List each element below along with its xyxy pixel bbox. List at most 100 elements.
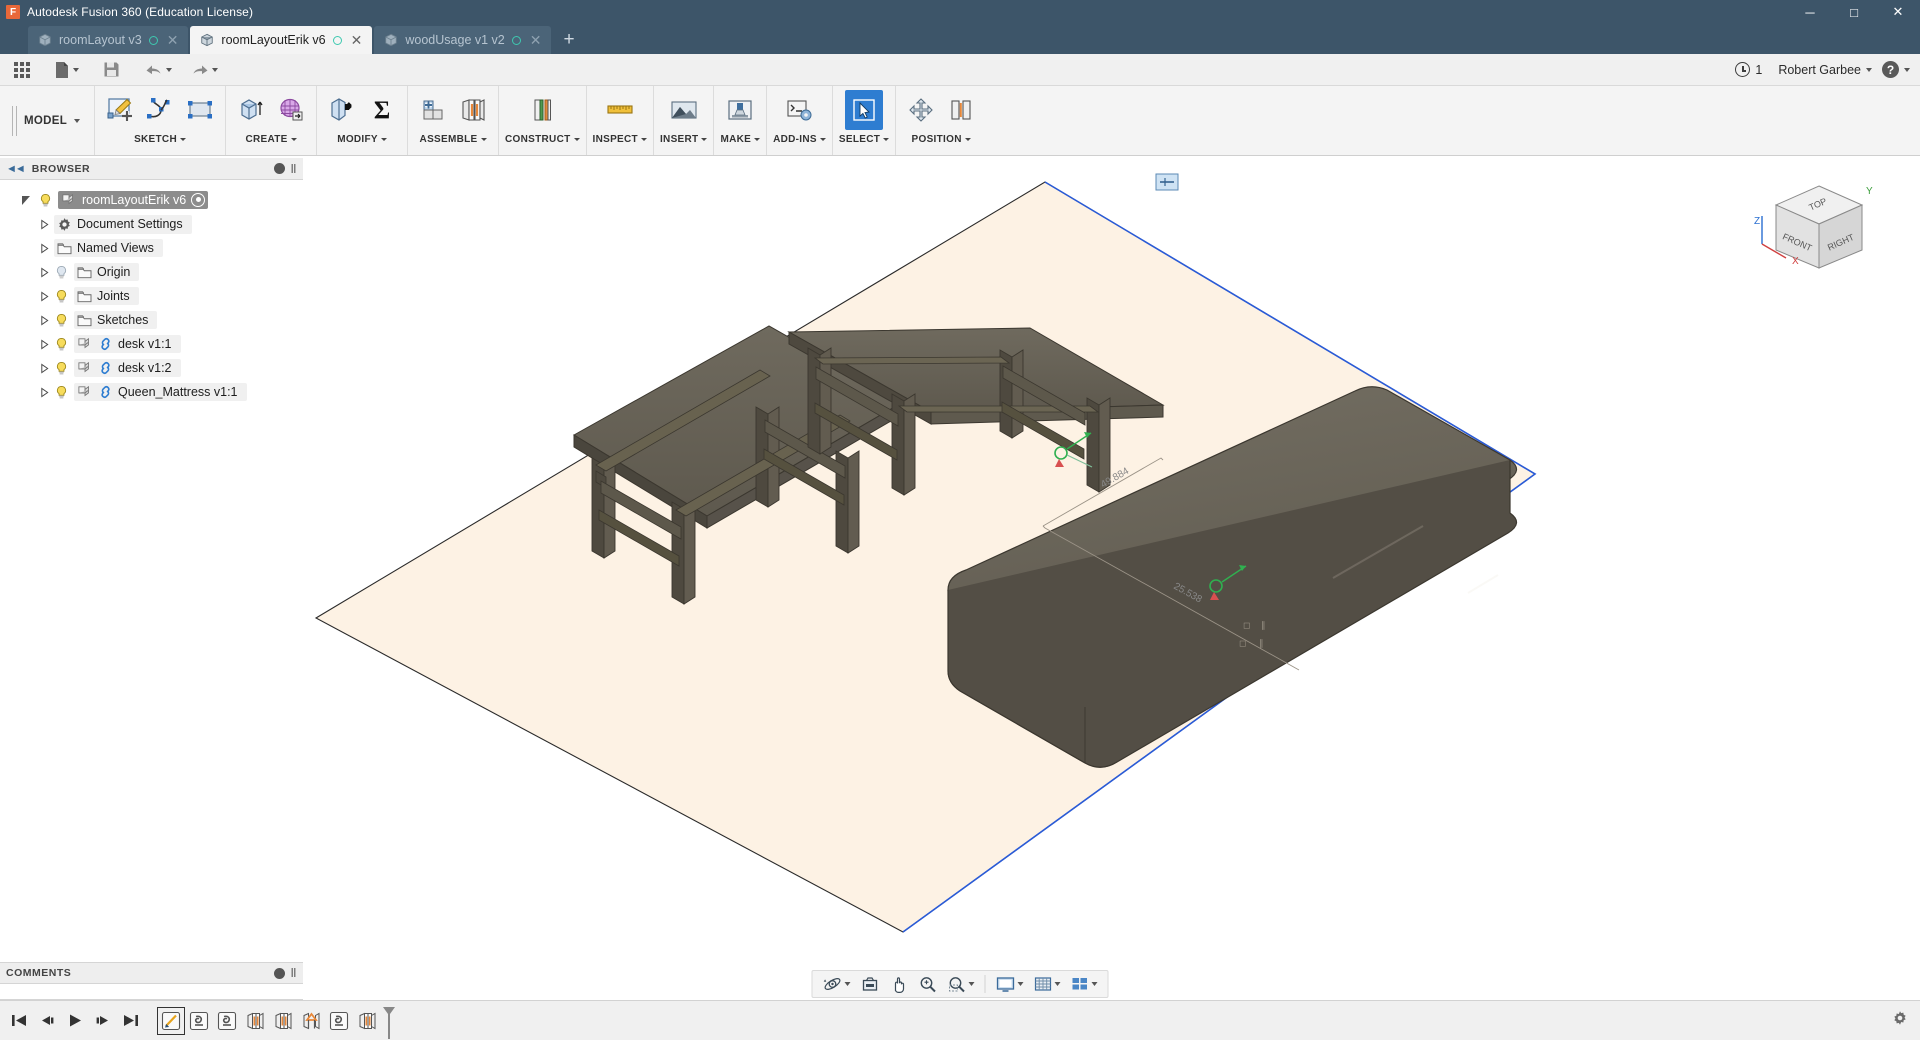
- timeline-go-to-beginning-button[interactable]: [6, 1008, 32, 1034]
- bulb-on-icon[interactable]: [54, 361, 69, 376]
- offset-plane-button[interactable]: [523, 90, 561, 130]
- expand-arrow-icon[interactable]: [40, 219, 49, 230]
- tree-item-content[interactable]: Named Views: [54, 239, 163, 257]
- new-component-button[interactable]: [414, 90, 452, 130]
- timeline-play-button[interactable]: [62, 1008, 88, 1034]
- panel-resize-handle[interactable]: ‖: [291, 966, 297, 980]
- spline-button[interactable]: [141, 90, 179, 130]
- bulb-on-icon[interactable]: [54, 385, 69, 400]
- position-button[interactable]: [902, 90, 940, 130]
- user-menu-button[interactable]: Robert Garbee: [1778, 63, 1872, 77]
- expand-arrow-icon[interactable]: [40, 243, 49, 254]
- timeline-feature-asbuilt-joint-3[interactable]: [326, 1008, 352, 1034]
- timeline-feature-asbuilt-joint-1[interactable]: [186, 1008, 212, 1034]
- create-sketch-button[interactable]: [101, 90, 139, 130]
- viewport-scene[interactable]: 49.884 25.538 ◻ ∥ ◻ ∥: [303, 158, 1920, 984]
- insert-mesh-button[interactable]: [665, 90, 703, 130]
- timeline-step-back-button[interactable]: [34, 1008, 60, 1034]
- 3d-print-button[interactable]: [721, 90, 759, 130]
- collapse-left-icon[interactable]: ◄◄: [6, 163, 26, 175]
- timeline-feature-joint-1[interactable]: [242, 1008, 268, 1034]
- timeline-settings-button[interactable]: [1892, 1010, 1920, 1031]
- ribbon-group-label[interactable]: CONSTRUCT: [505, 134, 580, 148]
- ribbon-group-label[interactable]: SKETCH: [134, 134, 186, 148]
- tree-item-origin[interactable]: Origin: [0, 260, 303, 284]
- ribbon-group-label[interactable]: INSERT: [660, 134, 708, 148]
- undo-button[interactable]: [140, 59, 176, 81]
- close-button[interactable]: ✕: [1876, 0, 1920, 24]
- app-grid-button[interactable]: [10, 59, 34, 81]
- joint-button[interactable]: [454, 90, 492, 130]
- timeline-feature-joint-highlight[interactable]: [298, 1008, 324, 1034]
- job-status-button[interactable]: 1: [1735, 62, 1762, 77]
- scripts-addins-button[interactable]: [780, 90, 818, 130]
- redo-button[interactable]: [186, 59, 222, 81]
- display-settings-button[interactable]: [992, 973, 1028, 995]
- maximize-button[interactable]: □: [1832, 0, 1876, 24]
- timeline-end-marker[interactable]: [382, 1006, 395, 1039]
- tab-close-icon[interactable]: ✕: [528, 32, 544, 49]
- viewports-button[interactable]: [1067, 973, 1102, 995]
- help-menu-button[interactable]: ?: [1882, 61, 1910, 78]
- ribbon-group-label[interactable]: MODIFY: [337, 134, 387, 148]
- panel-options-icon[interactable]: [273, 163, 285, 174]
- bulb-on-icon[interactable]: [54, 313, 69, 328]
- 3d-viewport[interactable]: 49.884 25.538 ◻ ∥ ◻ ∥ TOP FRONT RIGHT Z …: [303, 158, 1920, 984]
- expand-arrow-icon[interactable]: [40, 267, 49, 278]
- tree-item-queen-mattress[interactable]: Queen_Mattress v1:1: [0, 380, 303, 404]
- expand-arrow-icon[interactable]: [20, 194, 33, 207]
- grid-snap-button[interactable]: [1030, 973, 1065, 995]
- activate-component-radio-icon[interactable]: [191, 193, 206, 207]
- panel-resize-handle[interactable]: ‖: [291, 162, 297, 176]
- document-tab-1[interactable]: roomLayoutErik v6 ✕: [190, 26, 373, 54]
- joint-badge-icon[interactable]: [1155, 173, 1179, 191]
- expand-arrow-icon[interactable]: [40, 291, 49, 302]
- tree-item-sketches[interactable]: Sketches: [0, 308, 303, 332]
- tree-item-content[interactable]: desk v1:1: [74, 335, 181, 353]
- pan-button[interactable]: [886, 973, 913, 996]
- expand-arrow-icon[interactable]: [40, 315, 49, 326]
- ribbon-group-label[interactable]: ADD-INS: [773, 134, 826, 148]
- zoom-window-button[interactable]: [944, 973, 979, 996]
- bulb-on-icon[interactable]: [54, 337, 69, 352]
- align-button[interactable]: [942, 90, 980, 130]
- timeline-feature-sketch[interactable]: [157, 1006, 185, 1035]
- ribbon-group-label[interactable]: ASSEMBLE: [420, 134, 487, 148]
- tree-item-desk-2[interactable]: desk v1:2: [0, 356, 303, 380]
- tree-item-named-views[interactable]: Named Views: [0, 236, 303, 260]
- file-menu-button[interactable]: [50, 58, 83, 82]
- tree-item-root-content[interactable]: roomLayoutErik v6: [58, 191, 209, 209]
- bulb-on-icon[interactable]: [38, 193, 53, 208]
- press-pull-button[interactable]: [323, 90, 361, 130]
- tree-item-content[interactable]: Joints: [74, 287, 139, 305]
- timeline-go-to-end-button[interactable]: [118, 1008, 144, 1034]
- tree-item-content[interactable]: Document Settings: [54, 214, 192, 234]
- bulb-off-icon[interactable]: [54, 265, 69, 280]
- ribbon-group-label[interactable]: CREATE: [245, 134, 297, 148]
- tree-item-root[interactable]: roomLayoutErik v6: [0, 188, 303, 212]
- extrude-button[interactable]: [232, 90, 270, 130]
- tree-item-content[interactable]: Queen_Mattress v1:1: [74, 383, 247, 401]
- coil-button[interactable]: [272, 90, 310, 130]
- document-tab-2[interactable]: woodUsage v1 v2 ✕: [374, 26, 552, 54]
- expand-arrow-icon[interactable]: [40, 339, 49, 350]
- ribbon-group-label[interactable]: MAKE: [720, 134, 761, 148]
- tree-item-content[interactable]: Sketches: [74, 311, 158, 329]
- panel-options-icon[interactable]: [273, 967, 285, 979]
- timeline-feature-asbuilt-joint-2[interactable]: [214, 1008, 240, 1034]
- document-tab-0[interactable]: roomLayout v3 ✕: [28, 26, 189, 54]
- tree-item-content[interactable]: Origin: [74, 263, 140, 281]
- rectangle-button[interactable]: [181, 90, 219, 130]
- orbit-button[interactable]: [819, 973, 855, 995]
- ribbon-group-label[interactable]: INSPECT: [593, 134, 647, 148]
- ribbon-group-label[interactable]: POSITION: [912, 134, 971, 148]
- select-button[interactable]: [845, 90, 883, 130]
- measure-button[interactable]: [601, 90, 639, 130]
- expand-arrow-icon[interactable]: [40, 387, 49, 398]
- tree-item-joints[interactable]: Joints: [0, 284, 303, 308]
- tree-item-document-settings[interactable]: Document Settings: [0, 212, 303, 236]
- minimize-button[interactable]: ─: [1788, 0, 1832, 24]
- save-button[interactable]: [99, 58, 124, 81]
- tab-close-icon[interactable]: ✕: [349, 32, 365, 49]
- comments-panel-header[interactable]: COMMENTS ‖: [0, 962, 303, 984]
